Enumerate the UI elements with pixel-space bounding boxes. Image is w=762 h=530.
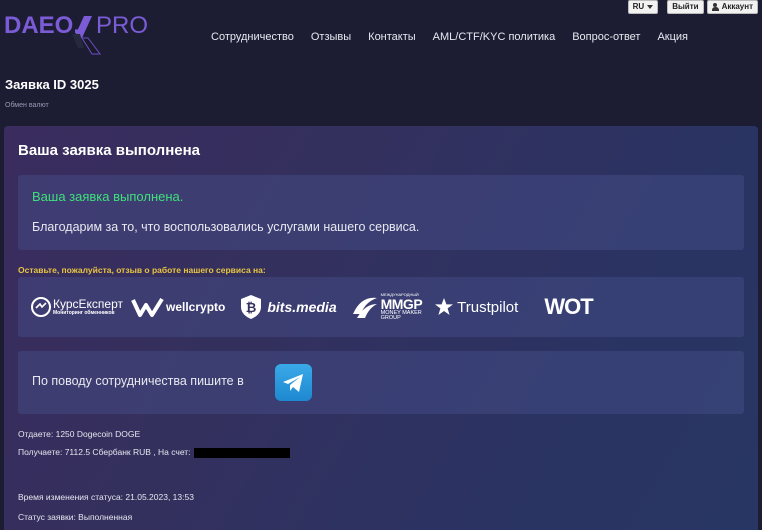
nav-contacts[interactable]: Контакты	[368, 31, 416, 43]
success-box: Ваша заявка выполнена. Благодарим за то,…	[18, 175, 744, 250]
order-status: Статус заявки: Выполненная	[18, 512, 133, 522]
trustpilot-name: Trustpilot	[457, 298, 519, 316]
account-label: Аккаунт	[721, 2, 753, 11]
wot-link[interactable]: WOT	[544, 294, 593, 320]
wellcrypto-name: wellcrypto	[166, 300, 226, 314]
cooperation-box: По поводу сотрудничества пишите в	[18, 351, 744, 414]
account-button[interactable]: Аккаунт	[706, 0, 758, 14]
give-amount: Отдаете: 1250 Dogecoin DOGE	[18, 429, 141, 439]
nav-aml-policy[interactable]: AML/CTF/KYC политика	[433, 31, 556, 43]
star-icon	[435, 298, 454, 315]
mmgp-link[interactable]: МЕЖДУНАРОДНЫЙ MMGP MONEY MAKER GROUP	[351, 292, 423, 322]
review-sites-box: КурсЕксперт Мониторинг обменников wellcr…	[18, 277, 744, 337]
success-message: Ваша заявка выполнена.	[32, 189, 184, 204]
brand-name-right: PRO	[96, 12, 149, 39]
brand-logo[interactable]: DAEO. PRO	[4, 6, 154, 56]
header: DAEO. PRO Сотрудничество Отзывы Контакты…	[0, 0, 762, 62]
logout-button[interactable]: Выйти	[667, 0, 704, 14]
panel-title: Ваша заявка выполнена	[18, 142, 200, 159]
breadcrumb[interactable]: Обмен валют	[5, 102, 49, 109]
user-icon	[711, 3, 719, 11]
bitsmedia-link[interactable]: ₿ bits.media	[239, 294, 337, 320]
language-select[interactable]: RU	[627, 0, 659, 14]
kursexpert-logo-icon	[31, 297, 51, 317]
logout-label: Выйти	[672, 2, 699, 11]
kursexpert-link[interactable]: КурсЕксперт Мониторинг обменников	[30, 296, 123, 318]
top-buttons: RU Выйти Аккаунт	[627, 0, 758, 14]
wot-name: WOT	[544, 294, 593, 319]
kursexpert-name: КурсЕксперт	[53, 297, 123, 311]
mmgp-logo-icon	[352, 297, 377, 318]
nav-faq[interactable]: Вопрос-ответ	[572, 31, 640, 43]
receive-amount: Получаете: 7112.5 Сбербанк RUB , На счет…	[18, 447, 191, 457]
telegram-link[interactable]	[275, 364, 312, 401]
brand-name-left: DAEO.	[4, 12, 81, 39]
caret-down-icon	[647, 5, 654, 9]
main-nav: Сотрудничество Отзывы Контакты AML/CTF/K…	[211, 31, 705, 43]
bitsmedia-name: bits.media	[267, 299, 337, 315]
page-title: Заявка ID 3025	[5, 77, 99, 92]
receive-row: Получаете: 7112.5 Сбербанк RUB , На счет…	[18, 447, 290, 458]
bitcoin-shield-icon: ₿	[241, 295, 262, 319]
redacted-account	[193, 447, 290, 458]
svg-text:₿: ₿	[246, 300, 257, 315]
order-panel: Ваша заявка выполнена Ваша заявка выполн…	[4, 126, 758, 530]
mmgp-sub2: GROUP	[380, 315, 401, 321]
wellcrypto-link[interactable]: wellcrypto	[131, 296, 225, 318]
telegram-icon	[283, 374, 303, 392]
nav-cooperation[interactable]: Сотрудничество	[211, 31, 294, 43]
thanks-message: Благодарим за то, что воспользовались ус…	[32, 220, 420, 234]
status-time: Время изменения статуса: 21.05.2023, 13:…	[18, 492, 194, 502]
nav-reviews[interactable]: Отзывы	[311, 31, 351, 43]
kursexpert-sub: Мониторинг обменников	[53, 310, 115, 316]
trustpilot-link[interactable]: Trustpilot	[434, 297, 518, 317]
cooperation-text: По поводу сотрудничества пишите в	[32, 374, 244, 388]
wellcrypto-logo-icon	[131, 297, 164, 317]
language-label: RU	[632, 2, 645, 11]
nav-promo[interactable]: Акция	[657, 31, 688, 43]
review-prompt: Оставьте, пожалуйста, отзыв о работе наш…	[18, 265, 266, 275]
mmgp-name: MMGP	[380, 295, 423, 312]
